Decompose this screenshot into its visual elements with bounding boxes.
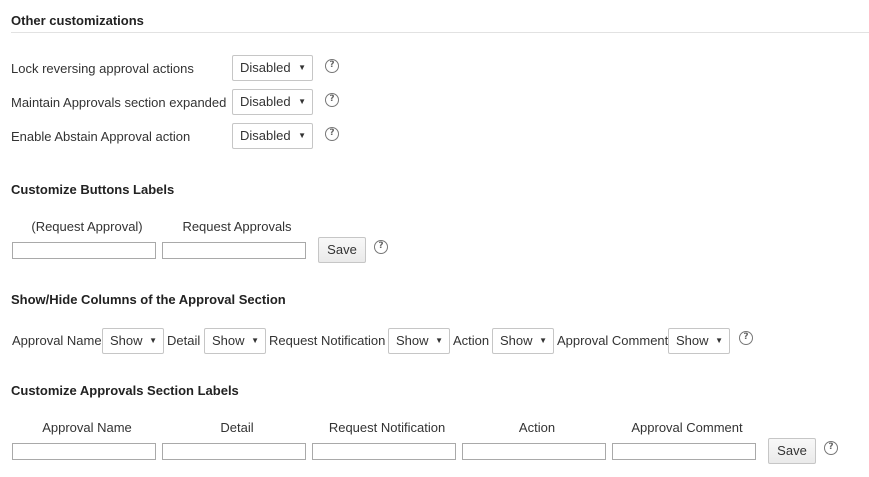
select-value: Show xyxy=(212,333,245,348)
caret-down-icon: ▼ xyxy=(149,336,157,345)
request-notification-column-select[interactable]: Show ▼ xyxy=(388,328,450,354)
save-section-labels-button[interactable]: Save xyxy=(768,438,816,464)
select-value: Show xyxy=(396,333,429,348)
section-title-buttons-labels: Customize Buttons Labels xyxy=(11,182,175,197)
setting-label-lock-reversing: Lock reversing approval actions xyxy=(11,61,194,76)
section-divider xyxy=(11,32,869,33)
caret-down-icon: ▼ xyxy=(435,336,443,345)
column-label-request-notification: Request Notification xyxy=(269,333,386,348)
setting-label-maintain-expanded: Maintain Approvals section expanded xyxy=(11,95,227,110)
caret-down-icon: ▼ xyxy=(539,336,547,345)
help-icon[interactable]: ? xyxy=(325,59,339,73)
detail-label-input[interactable] xyxy=(162,443,306,460)
field-label-action: Action xyxy=(518,420,556,435)
select-value: Disabled xyxy=(240,128,291,143)
request-approvals-label-input[interactable] xyxy=(162,242,306,259)
action-label-input[interactable] xyxy=(462,443,606,460)
column-label-action: Action xyxy=(453,333,490,348)
field-label-approval-comment: Approval Comment xyxy=(631,420,743,435)
select-value: Show xyxy=(676,333,709,348)
field-label-approval-name: Approval Name xyxy=(42,420,132,435)
caret-down-icon: ▼ xyxy=(251,336,259,345)
caret-down-icon: ▼ xyxy=(298,131,306,140)
select-value: Show xyxy=(110,333,143,348)
field-label-detail: Detail xyxy=(220,420,254,435)
section-title-approvals-section-labels: Customize Approvals Section Labels xyxy=(11,383,239,398)
approval-name-label-input[interactable] xyxy=(12,443,156,460)
section-title-show-hide-columns: Show/Hide Columns of the Approval Sectio… xyxy=(11,292,286,307)
help-icon[interactable]: ? xyxy=(374,240,388,254)
caret-down-icon: ▼ xyxy=(298,97,306,106)
column-label-approval-name: Approval Name xyxy=(12,333,102,348)
action-column-select[interactable]: Show ▼ xyxy=(492,328,554,354)
enable-abstain-select[interactable]: Disabled ▼ xyxy=(232,123,313,149)
help-icon[interactable]: ? xyxy=(739,331,753,345)
setting-label-enable-abstain: Enable Abstain Approval action xyxy=(11,129,191,144)
help-icon[interactable]: ? xyxy=(325,127,339,141)
help-icon[interactable]: ? xyxy=(824,441,838,455)
request-approval-label-input[interactable] xyxy=(12,242,156,259)
caret-down-icon: ▼ xyxy=(715,336,723,345)
caret-down-icon: ▼ xyxy=(298,63,306,72)
help-icon[interactable]: ? xyxy=(325,93,339,107)
field-label-request-approvals: Request Approvals xyxy=(182,219,292,234)
detail-column-select[interactable]: Show ▼ xyxy=(204,328,266,354)
select-value: Disabled xyxy=(240,94,291,109)
save-buttons-labels-button[interactable]: Save xyxy=(318,237,366,263)
request-notification-label-input[interactable] xyxy=(312,443,456,460)
field-label-request-notification: Request Notification xyxy=(328,420,446,435)
column-label-approval-comment: Approval Comment xyxy=(557,333,669,348)
approval-comment-label-input[interactable] xyxy=(612,443,756,460)
column-label-detail: Detail xyxy=(167,333,201,348)
section-title-other-customizations: Other customizations xyxy=(11,13,144,28)
approval-name-column-select[interactable]: Show ▼ xyxy=(102,328,164,354)
field-label-request-approval: (Request Approval) xyxy=(31,219,143,234)
select-value: Disabled xyxy=(240,60,291,75)
approval-comment-column-select[interactable]: Show ▼ xyxy=(668,328,730,354)
select-value: Show xyxy=(500,333,533,348)
lock-reversing-select[interactable]: Disabled ▼ xyxy=(232,55,313,81)
maintain-expanded-select[interactable]: Disabled ▼ xyxy=(232,89,313,115)
